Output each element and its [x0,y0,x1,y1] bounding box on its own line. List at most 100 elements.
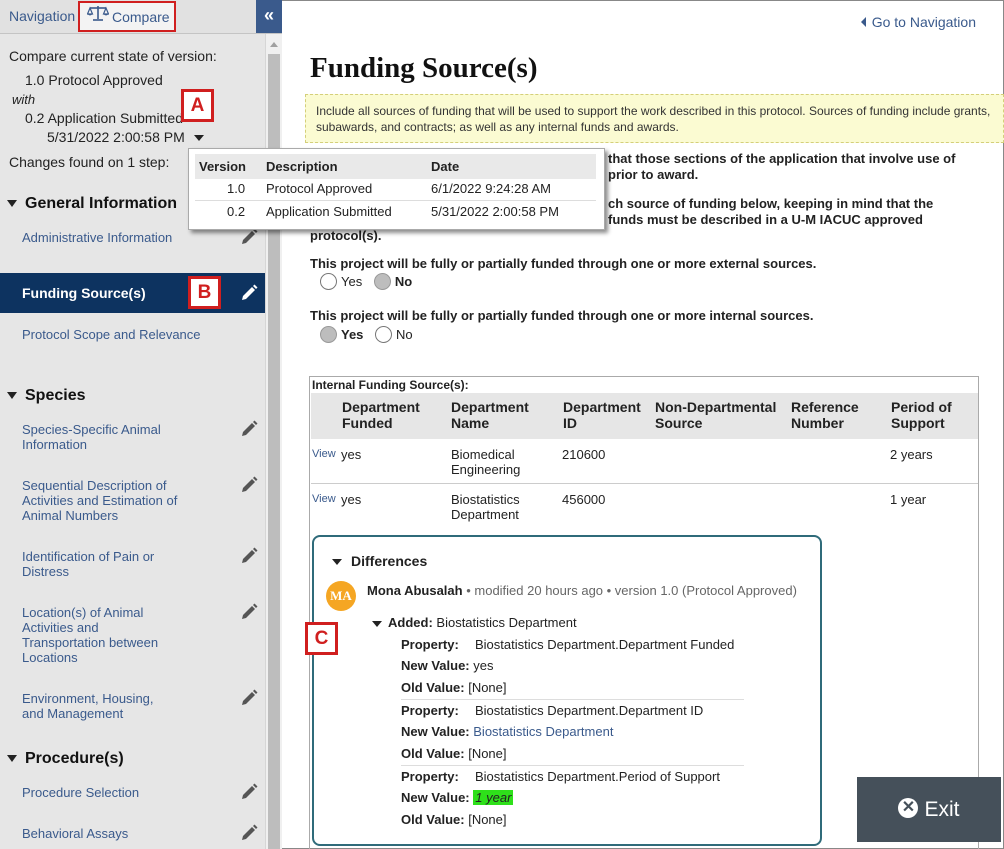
chevron-down-icon[interactable] [193,135,204,142]
caret-down-icon [7,755,17,763]
question-external-funding: This project will be fully or partially … [310,256,817,271]
version-popup-row-description[interactable]: Protocol Approved [266,181,372,196]
main-content: Go to Navigation Funding Source(s) Inclu… [282,0,1004,849]
close-circle-icon: ✕ [898,798,919,819]
radio-external-no[interactable] [373,273,391,291]
pencil-icon[interactable] [240,783,258,801]
differences-toggle[interactable]: Differences [332,553,427,569]
version-selector[interactable]: 5/31/2022 2:00:58 PM [47,129,204,145]
avatar: MA [326,581,356,611]
change-property-row: Property: Biostatistics Department.Depart… [401,703,703,718]
cell-department-id: 456000 [562,492,606,507]
added-toggle[interactable]: Added: Biostatistics Department [372,615,577,630]
double-chevron-left-icon: « [263,5,274,25]
property-label: Property: [401,769,459,784]
new-value[interactable]: Biostatistics Department [473,724,613,739]
change-new-value-row: New Value: 1 year [401,790,514,805]
section-species[interactable]: Species [0,387,265,405]
property-value: Biostatistics Department.Department Fund… [475,637,735,652]
old-value-label: Old Value: [401,812,465,827]
sidebar-item-species-specific[interactable]: Species-Specific Animal Information [22,422,222,452]
caret-down-icon [372,620,382,627]
sidebar-item-behavioral-assays[interactable]: Behavioral Assays [22,826,222,841]
radio-external-yes[interactable] [320,273,337,291]
tab-navigation[interactable]: Navigation [9,0,75,33]
sidebar-item-funding-sources[interactable]: Funding Source(s) [0,273,265,313]
sidebar-item-protocol-scope[interactable]: Protocol Scope and Relevance [22,327,222,342]
tab-compare-label: Compare [112,9,170,25]
section-title: General Information [25,195,178,212]
view-link[interactable]: View [312,448,336,460]
exit-label: Exit [924,798,960,821]
cell-department-funded: yes [341,492,362,507]
added-value: Biostatistics Department [436,615,577,630]
pencil-icon[interactable] [240,284,258,302]
version-popup-row-date[interactable]: 5/31/2022 2:00:58 PM [431,204,559,219]
cell-period-of-support: 1 year [890,492,927,507]
go-to-navigation-link[interactable]: Go to Navigation [860,14,976,30]
caret-down-icon [332,559,342,566]
pencil-icon[interactable] [240,824,258,842]
change-old-value-row: Old Value: [None] [401,812,507,827]
sidebar-item-administrative-information[interactable]: Administrative Information [22,230,222,245]
radio-internal-yes[interactable] [320,326,337,344]
change-new-value-row: New Value: Biostatistics Department [401,724,613,739]
pencil-icon[interactable] [240,689,258,707]
pencil-icon[interactable] [240,228,258,246]
change-old-value-row: Old Value: [None] [401,680,507,695]
new-value-highlight: 1 year [473,790,514,805]
modification-meta: • modified 20 hours ago • version 1.0 (P… [466,583,797,598]
pencil-icon[interactable] [240,420,258,438]
version-popup-row-version[interactable]: 1.0 [227,181,245,196]
radio-yes-label: Yes [341,327,364,343]
row-divider [311,483,978,484]
sidebar: Navigation Compare « Compare current sta… [0,0,282,849]
property-value: Biostatistics Department.Period of Suppo… [475,769,720,784]
divider [401,765,744,766]
divider [401,699,744,700]
collapse-sidebar-button[interactable]: « [256,0,282,33]
pencil-icon[interactable] [240,476,258,494]
sidebar-item-procedure-selection[interactable]: Procedure Selection [22,785,222,800]
scale-icon [86,2,110,31]
change-old-value-row: Old Value: [None] [401,746,507,761]
view-link[interactable]: View [312,493,336,505]
caret-down-icon [7,200,17,208]
exit-button[interactable]: ✕ Exit [857,777,1001,842]
new-value: yes [473,658,494,673]
table-header: Department Funded Department Name Depart… [311,393,978,439]
author-name: Mona Abusalah [367,583,463,598]
column-header-period-of-support: Period of Support [891,399,952,431]
sidebar-item-locations[interactable]: Location(s) of Animal Activities and Tra… [22,605,172,665]
pencil-icon[interactable] [240,603,258,621]
question-internal-funding: This project will be fully or partially … [310,308,814,323]
version-popup-row-date[interactable]: 6/1/2022 9:24:28 AM [431,181,551,196]
property-label: Property: [401,703,459,718]
cell-department-name: Biomedical Engineering [451,447,521,477]
change-property-row: Property: Biostatistics Department.Depart… [401,637,734,652]
cell-department-id: 210600 [562,447,606,462]
scroll-up-arrow-icon[interactable] [270,42,278,47]
version-popup-col-description: Description [266,159,338,174]
instruction-text: funds must be described in a U-M IACUC a… [608,212,923,227]
instruction-text: protocol(s). [310,228,382,243]
compare-with-label: with [12,92,36,107]
sidebar-item-environment-housing[interactable]: Environment, Housing, and Management [22,691,172,721]
sidebar-item-pain-distress[interactable]: Identification of Pain or Distress [22,549,172,579]
back-triangle-icon [860,17,866,27]
old-value-label: Old Value: [401,746,465,761]
callout-c: C [305,622,338,655]
cell-department-name: Biostatistics Department [451,492,520,522]
column-header-reference-number: Reference Number [791,399,859,431]
version-popup-row-description[interactable]: Application Submitted [266,204,392,219]
radio-internal-no[interactable] [375,326,393,344]
column-header-non-departmental-source: Non-Departmental Source [655,399,777,431]
version-popup-row-version[interactable]: 0.2 [227,204,245,219]
tab-compare[interactable]: Compare [78,1,176,32]
old-value: [None] [468,812,507,827]
section-procedures[interactable]: Procedure(s) [0,750,265,768]
version-popup: Version Description Date 1.0 Protocol Ap… [188,148,605,230]
section-title: Procedure(s) [25,750,124,767]
pencil-icon[interactable] [240,547,258,565]
sidebar-item-sequential-description[interactable]: Sequential Description of Activities and… [22,478,192,523]
